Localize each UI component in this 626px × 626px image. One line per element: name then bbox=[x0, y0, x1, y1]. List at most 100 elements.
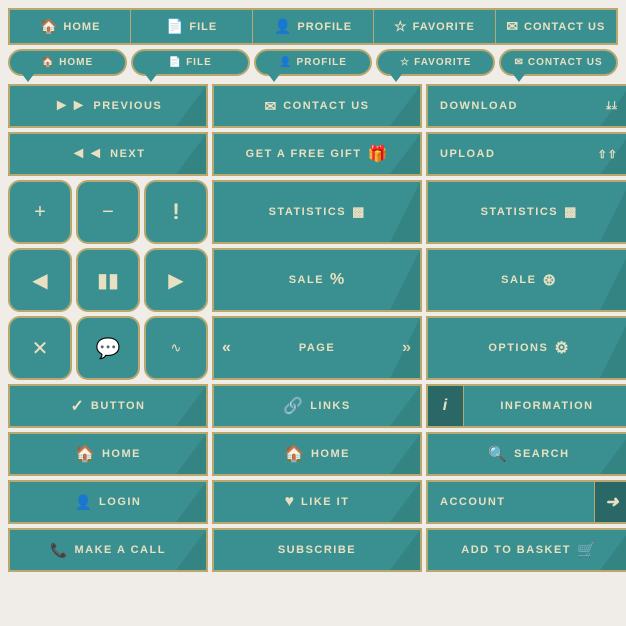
play-icon: ▶ bbox=[168, 268, 183, 293]
nav-favorite-label: FAVORITE bbox=[413, 21, 475, 33]
chart-icon: ▩ bbox=[352, 204, 365, 220]
rss-button[interactable]: ∿ bbox=[144, 316, 208, 380]
previous-label: PREVIOUS bbox=[93, 100, 162, 112]
sale-button[interactable]: SALE % bbox=[212, 248, 422, 312]
minus-icon: − bbox=[102, 201, 114, 224]
basket-icon: 🛒 bbox=[577, 541, 597, 559]
plus-icon: + bbox=[34, 201, 46, 224]
chevron-right-icon: » bbox=[402, 339, 412, 357]
information-label: INFORMATION bbox=[500, 400, 593, 412]
user-icon: 👤 bbox=[75, 494, 93, 511]
login-button[interactable]: 👤 LOGIN bbox=[8, 480, 208, 524]
bubble-profile-label: PROFILE bbox=[297, 57, 347, 68]
bubble-favorite-label: FAVORITE bbox=[414, 57, 471, 68]
play-button[interactable]: ▶ bbox=[144, 248, 208, 312]
statistics-button[interactable]: STATISTICS ▩ bbox=[212, 180, 422, 244]
close-icon: ✕ bbox=[32, 336, 49, 361]
link-icon: 🔗 bbox=[283, 396, 304, 416]
rewind-icon: ◀ bbox=[32, 268, 47, 293]
sale-button-right[interactable]: SALE ⊛ bbox=[426, 248, 626, 312]
account-label: ACCOUNT bbox=[440, 496, 506, 508]
envelope-icon: ✉ bbox=[506, 18, 519, 35]
nav-home[interactable]: 🏠 HOME bbox=[10, 10, 131, 43]
home-button[interactable]: 🏠 HOME bbox=[8, 432, 208, 476]
make-call-button[interactable]: 📞 MAKE A CALL bbox=[8, 528, 208, 572]
bubble-contact[interactable]: ✉ CONTACT US bbox=[499, 49, 618, 76]
chat-button[interactable]: 💬 bbox=[76, 316, 140, 380]
upload-icon: ⇧⇧ bbox=[598, 148, 618, 161]
add-button[interactable]: + bbox=[8, 180, 72, 244]
bubble-contact-label: CONTACT US bbox=[528, 57, 603, 68]
checkmark-icon: ✓ bbox=[70, 396, 84, 416]
media-icon-grid: + − ! ◀ ▮▮ ▶ ✕ 💬 ∿ bbox=[8, 180, 208, 380]
file-icon: 📄 bbox=[166, 18, 184, 35]
home2-icon: 🏠 bbox=[75, 444, 96, 464]
home-col2-button[interactable]: 🏠 HOME bbox=[212, 432, 422, 476]
bubble-file[interactable]: 📄 FILE bbox=[131, 49, 250, 76]
bubble-home-label: HOME bbox=[59, 57, 93, 68]
file-bubble-icon: 📄 bbox=[169, 57, 182, 68]
chevron-left-icon: « bbox=[222, 339, 232, 357]
bubble-home[interactable]: 🏠 HOME bbox=[8, 49, 127, 76]
get-free-gift-button[interactable]: GET A FREE GIFT 🎁 bbox=[212, 132, 422, 176]
nav-file[interactable]: 📄 FILE bbox=[131, 10, 252, 43]
search-icon: 🔍 bbox=[488, 445, 508, 463]
make-call-label: MAKE A CALL bbox=[74, 544, 165, 556]
double-arrow-right-icon: ►► bbox=[54, 97, 88, 115]
percent-badge-icon: ⊛ bbox=[542, 270, 556, 290]
nav-profile[interactable]: 👤 PROFILE bbox=[253, 10, 374, 43]
nav-bar-bubble: 🏠 HOME 📄 FILE 👤 PROFILE ☆ FAVORITE ✉ CON… bbox=[8, 49, 618, 76]
double-arrow-left-icon: ◄◄ bbox=[70, 145, 104, 163]
subscribe-button[interactable]: SUBSCRIBE bbox=[212, 528, 422, 572]
statistics-label-r: STATISTICS bbox=[481, 206, 559, 218]
envelope-bubble-icon: ✉ bbox=[514, 57, 523, 68]
remove-button[interactable]: − bbox=[76, 180, 140, 244]
bar-chart-icon: ▩ bbox=[564, 204, 577, 220]
download-label: DOWNLOAD bbox=[440, 100, 518, 112]
bubble-file-label: FILE bbox=[186, 57, 212, 68]
nav-contact-label: CONTACT US bbox=[524, 21, 605, 33]
button-grid: ►► PREVIOUS ✉ CONTACT US DOWNLOAD ⤓⤓ ◄◄ … bbox=[8, 84, 618, 572]
links-button[interactable]: 🔗 LINKS bbox=[212, 384, 422, 428]
contact-us-button[interactable]: ✉ CONTACT US bbox=[212, 84, 422, 128]
upload-button[interactable]: UPLOAD ⇧⇧ bbox=[426, 132, 626, 176]
sale-label-r: SALE bbox=[501, 274, 536, 286]
statistics-button-right[interactable]: STATISTICS ▩ bbox=[426, 180, 626, 244]
close-button[interactable]: ✕ bbox=[8, 316, 72, 380]
heart-icon: ♥ bbox=[285, 493, 296, 511]
options-label: OPTIONS bbox=[488, 342, 548, 354]
nav-home-label: HOME bbox=[63, 21, 100, 33]
nav-favorite[interactable]: ☆ FAVORITE bbox=[374, 10, 495, 43]
options-button[interactable]: OPTIONS ⚙ bbox=[426, 316, 626, 380]
next-button[interactable]: ◄◄ NEXT bbox=[8, 132, 208, 176]
subscribe-label: SUBSCRIBE bbox=[278, 544, 356, 556]
account-button[interactable]: ACCOUNT ➜ bbox=[426, 480, 626, 524]
page-nav-button[interactable]: « PAGE » bbox=[212, 316, 422, 380]
add-to-basket-button[interactable]: ADD TO BASKET 🛒 bbox=[426, 528, 626, 572]
nav-contact[interactable]: ✉ CONTACT US bbox=[496, 10, 616, 43]
rss-icon: ∿ bbox=[171, 340, 182, 356]
profile-icon: 👤 bbox=[274, 18, 292, 35]
button-btn[interactable]: ✓ BUTTON bbox=[8, 384, 208, 428]
page-label: PAGE bbox=[299, 342, 335, 354]
nav-bar-primary: 🏠 HOME 📄 FILE 👤 PROFILE ☆ FAVORITE ✉ CON… bbox=[8, 8, 618, 45]
star-bubble-icon: ☆ bbox=[400, 57, 410, 68]
search-button[interactable]: 🔍 SEARCH bbox=[426, 432, 626, 476]
rewind-button[interactable]: ◀ bbox=[8, 248, 72, 312]
information-button[interactable]: i INFORMATION bbox=[426, 384, 626, 428]
download-button[interactable]: DOWNLOAD ⤓⤓ bbox=[426, 84, 626, 128]
previous-button[interactable]: ►► PREVIOUS bbox=[8, 84, 208, 128]
info-icon: i bbox=[428, 386, 464, 426]
button-label: BUTTON bbox=[91, 400, 146, 412]
bubble-profile[interactable]: 👤 PROFILE bbox=[254, 49, 373, 76]
alert-button[interactable]: ! bbox=[144, 180, 208, 244]
pause-button[interactable]: ▮▮ bbox=[76, 248, 140, 312]
upload-label: UPLOAD bbox=[440, 148, 495, 160]
home3-icon: 🏠 bbox=[284, 444, 305, 464]
gift-icon: 🎁 bbox=[367, 144, 388, 164]
like-it-button[interactable]: ♥ LIKE IT bbox=[212, 480, 422, 524]
bubble-favorite[interactable]: ☆ FAVORITE bbox=[376, 49, 495, 76]
mail-icon: ✉ bbox=[264, 98, 277, 115]
like-it-label: LIKE IT bbox=[301, 496, 349, 508]
next-label: NEXT bbox=[110, 148, 145, 160]
